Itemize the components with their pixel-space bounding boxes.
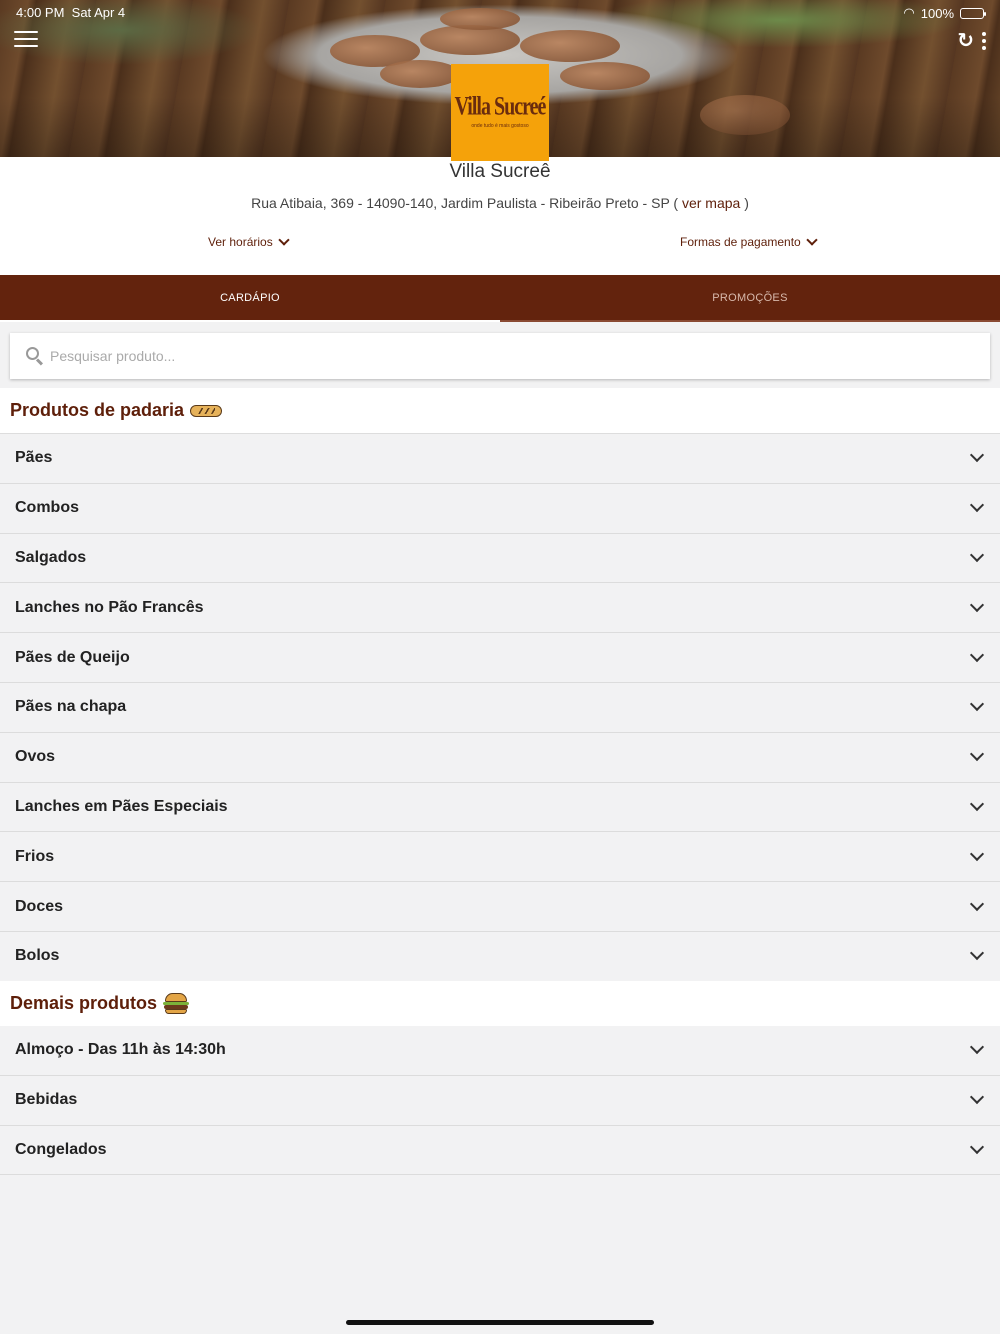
- store-logo: Villa Sucreé onde tudo é mais gostoso: [451, 64, 549, 161]
- category-row[interactable]: Pães: [0, 434, 1000, 484]
- category-label: Congelados: [15, 1140, 107, 1158]
- category-row[interactable]: Pães na chapa: [0, 682, 1000, 733]
- category-list-other: Almoço - Das 11h às 14:30h Bebidas Congela…: [0, 1026, 1000, 1176]
- burger-icon: [163, 992, 190, 1015]
- category-label: Pães de Queijo: [15, 648, 130, 666]
- category-row[interactable]: Congelados: [0, 1125, 1000, 1176]
- category-label: Doces: [15, 897, 64, 915]
- category-row[interactable]: Lanches no Pão Francês: [0, 583, 1000, 634]
- chevron-down-icon: [969, 697, 985, 712]
- category-label: Salgados: [15, 548, 87, 566]
- chevron-down-icon: [969, 946, 985, 961]
- chevron-down-icon: [969, 547, 985, 563]
- chevron-down-icon: [969, 896, 985, 911]
- logo-wordmark: Villa Sucreé: [454, 92, 547, 122]
- view-hours-dropdown[interactable]: Ver horários: [208, 234, 290, 249]
- category-label: Ovos: [15, 748, 56, 766]
- chevron-down-icon: [969, 796, 985, 812]
- store-address: Rua Atibaia, 369 - 14090-140, Jardim Pau…: [251, 195, 749, 211]
- section-title: Demais produtos: [10, 993, 158, 1013]
- category-list-bakery: Pães Combos Salgados Lanches no Pão Francês…: [0, 434, 1000, 982]
- status-time: 4:00 PM Sat Apr 4: [16, 5, 126, 20]
- category-label: Pães na chapa: [15, 698, 127, 716]
- category-row[interactable]: Pães de Queijo: [0, 633, 1000, 683]
- store-info: Villa Sucreê Rua Atibaia, 369 - 14090-14…: [0, 157, 1000, 275]
- chevron-down-icon: [969, 597, 985, 612]
- category-label: Almoço - Das 11h às 14:30h: [15, 1041, 226, 1059]
- category-row[interactable]: Bebidas: [0, 1075, 1000, 1126]
- category-row[interactable]: Frios: [0, 832, 1000, 883]
- bread-icon: [190, 404, 223, 417]
- chevron-down-icon: [969, 846, 985, 861]
- category-label: Bolos: [15, 947, 60, 965]
- logo-tagline: onde tudo é mais gostoso: [471, 123, 529, 129]
- category-row[interactable]: Lanches em Pães Especiais: [0, 782, 1000, 833]
- refresh-icon[interactable]: ↻: [957, 30, 974, 52]
- category-label: Lanches em Pães Especiais: [15, 797, 228, 815]
- chevron-down-icon: [969, 1040, 985, 1055]
- chevron-down-icon: [969, 747, 985, 762]
- chevron-down-icon: [969, 1139, 985, 1155]
- search-icon: [26, 347, 44, 366]
- category-label: Combos: [15, 499, 79, 517]
- hamburger-menu-icon[interactable]: [14, 31, 38, 51]
- battery-percent: 100%: [920, 5, 954, 21]
- category-label: Pães: [15, 449, 53, 467]
- search-bar: [10, 333, 990, 379]
- tab-bar: CARDÁPIO PROMOÇÕES: [0, 275, 1000, 322]
- more-options-icon[interactable]: [982, 32, 988, 50]
- tab-promocoes[interactable]: PROMOÇÕES: [500, 275, 1000, 322]
- category-row[interactable]: Ovos: [0, 732, 1000, 783]
- tab-cardapio[interactable]: CARDÁPIO: [0, 275, 500, 322]
- store-name: Villa Sucreê: [449, 161, 551, 182]
- top-actions: ↻: [957, 30, 988, 52]
- section-header-bakery: Produtos de padaria: [0, 388, 1000, 434]
- search-input[interactable]: [50, 348, 950, 364]
- chevron-down-icon: [969, 1090, 985, 1105]
- payment-methods-dropdown[interactable]: Formas de pagamento: [680, 234, 818, 249]
- view-map-link[interactable]: ver mapa: [682, 195, 740, 211]
- section-title: Produtos de padaria: [10, 400, 185, 420]
- category-row[interactable]: Combos: [0, 483, 1000, 534]
- chevron-down-icon: [278, 234, 290, 246]
- chevron-down-icon: [806, 234, 818, 246]
- category-label: Bebidas: [15, 1091, 78, 1109]
- category-row[interactable]: Almoço - Das 11h às 14:30h: [0, 1026, 1000, 1076]
- status-bar: 4:00 PM Sat Apr 4 ◠ 100%: [0, 0, 1000, 24]
- status-right: ◠ 100%: [903, 5, 986, 21]
- category-label: Frios: [15, 847, 55, 865]
- category-label: Lanches no Pão Francês: [15, 598, 204, 616]
- wifi-icon: ◠: [903, 5, 915, 20]
- chevron-down-icon: [969, 498, 985, 513]
- chevron-down-icon: [969, 448, 985, 463]
- category-row[interactable]: Doces: [0, 882, 1000, 932]
- section-header-other: Demais produtos: [0, 981, 1000, 1027]
- battery-icon: [960, 7, 986, 19]
- home-indicator[interactable]: [346, 1320, 654, 1325]
- category-row[interactable]: Bolos: [0, 931, 1000, 982]
- chevron-down-icon: [969, 647, 985, 662]
- category-row[interactable]: Salgados: [0, 533, 1000, 584]
